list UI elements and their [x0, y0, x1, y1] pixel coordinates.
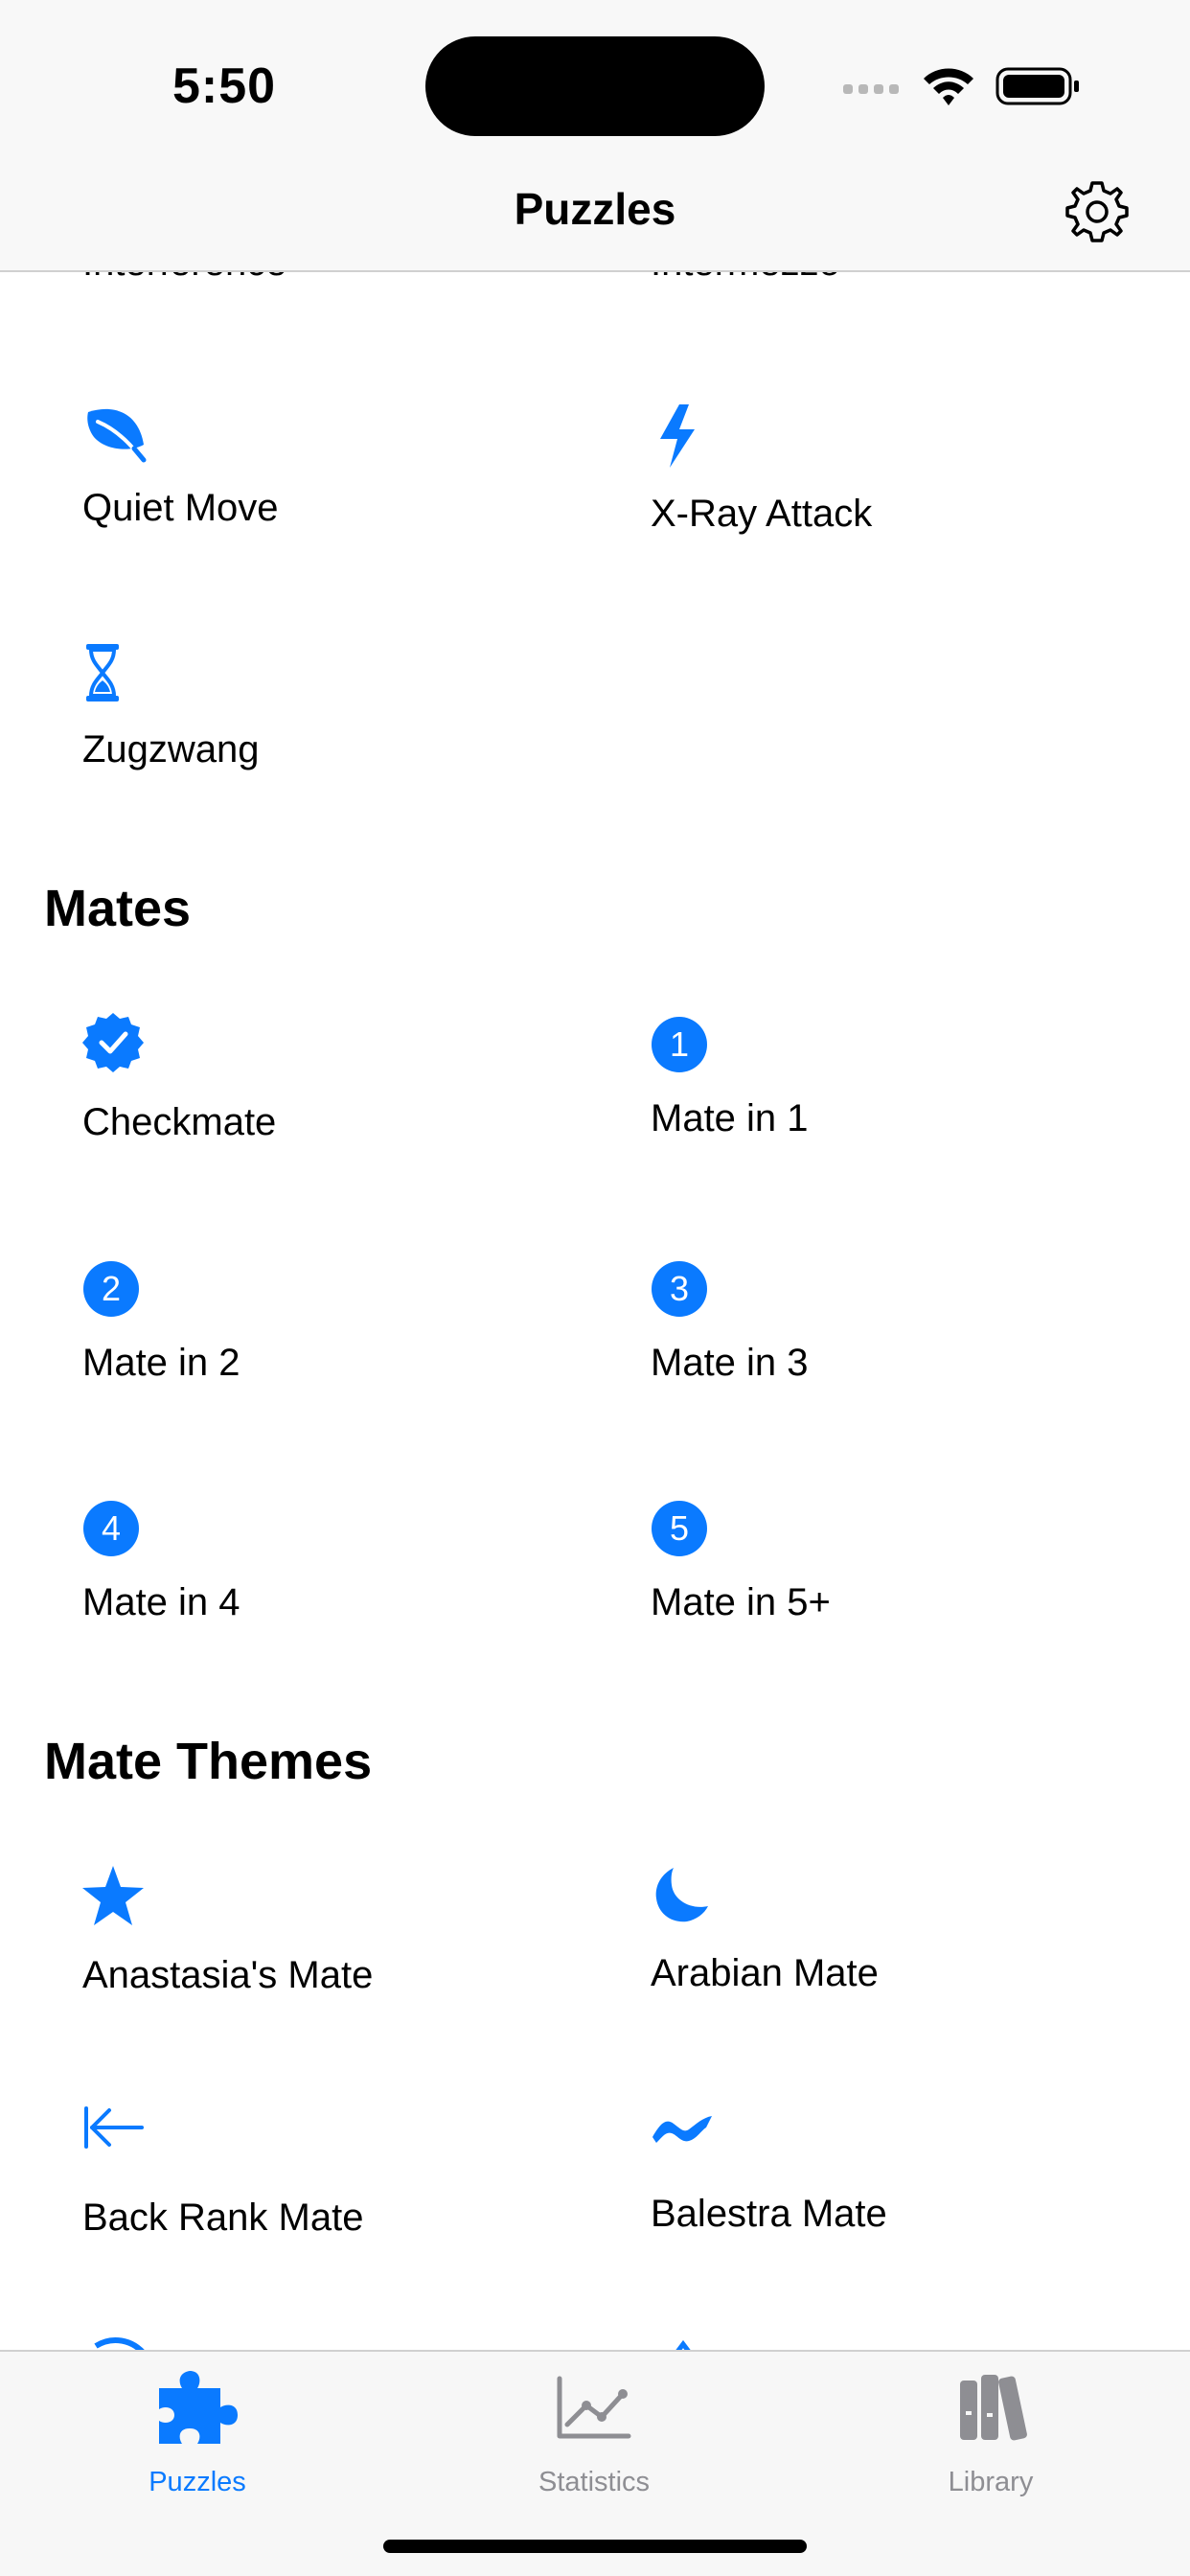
number-badge: 1	[652, 1017, 707, 1072]
tab-puzzles[interactable]: Puzzles	[82, 2369, 312, 2522]
tile-arabian-mate[interactable]: Arabian Mate	[651, 1864, 1187, 2008]
puzzle-categories-list[interactable]: Interference Intermezzo Quiet Move	[0, 0, 1190, 2576]
number-4-icon: 4	[82, 1495, 149, 1562]
dynamic-island	[425, 36, 765, 136]
tile-label: Anastasia's Mate	[82, 1954, 374, 1996]
tile-zugzwang[interactable]: Zugzwang	[82, 642, 619, 786]
number-3-icon: 3	[651, 1255, 718, 1322]
tab-label: Puzzles	[149, 2467, 246, 2497]
bolt-icon	[651, 402, 718, 470]
tile-back-rank-mate[interactable]: Back Rank Mate	[82, 2099, 619, 2242]
number-badge: 2	[83, 1261, 139, 1317]
number-5-icon: 5	[651, 1495, 718, 1562]
moon-icon	[651, 1864, 718, 1931]
tile-mate-in-3[interactable]: 3 Mate in 3	[651, 1255, 1187, 1399]
navigation-bar: 5:50 Puzzles	[0, 0, 1190, 272]
tile-label: Zugzwang	[82, 728, 260, 770]
tile-label: Mate in 2	[82, 1342, 240, 1384]
number-badge: 3	[652, 1261, 707, 1317]
tile-label: Mate in 1	[651, 1097, 809, 1139]
books-icon	[943, 2369, 1039, 2455]
tile-balestra-mate[interactable]: Balestra Mate	[651, 2099, 1187, 2242]
number-badge: 5	[652, 1501, 707, 1556]
hourglass-icon	[82, 642, 149, 709]
section-title-mate-themes: Mate Themes	[44, 1733, 373, 1790]
page-title: Puzzles	[514, 184, 676, 234]
tile-label: Back Rank Mate	[82, 2196, 364, 2239]
tile-label: Checkmate	[82, 1101, 277, 1143]
tile-label: Mate in 3	[651, 1342, 809, 1384]
home-indicator[interactable]	[383, 2540, 807, 2553]
tile-anastasias-mate[interactable]: Anastasia's Mate	[82, 1864, 619, 2008]
cellular-signal-icon	[843, 84, 899, 94]
puzzle-piece-icon	[149, 2369, 245, 2455]
tab-statistics[interactable]: Statistics	[479, 2369, 709, 2522]
tile-label: Mate in 4	[82, 1581, 240, 1623]
tile-x-ray-attack[interactable]: X-Ray Attack	[651, 402, 1187, 546]
tile-label: Mate in 5+	[651, 1581, 831, 1623]
arrow-left-to-line-icon	[82, 2099, 149, 2166]
section-title-mates: Mates	[44, 880, 192, 937]
tab-library[interactable]: Library	[876, 2369, 1106, 2522]
chart-icon	[546, 2369, 642, 2455]
tile-quiet-move[interactable]: Quiet Move	[82, 402, 619, 546]
status-time: 5:50	[172, 58, 277, 114]
tile-mate-in-4[interactable]: 4 Mate in 4	[82, 1495, 619, 1639]
tile-mate-in-5-plus[interactable]: 5 Mate in 5+	[651, 1495, 1187, 1639]
wifi-icon	[924, 68, 973, 105]
gear-icon[interactable]	[1065, 180, 1129, 243]
tile-label: Arabian Mate	[651, 1952, 879, 1994]
tile-label: Balestra Mate	[651, 2193, 887, 2235]
leaf-icon	[82, 402, 149, 470]
wave-icon	[651, 2099, 718, 2166]
star-icon	[82, 1864, 149, 1931]
number-2-icon: 2	[82, 1255, 149, 1322]
number-1-icon: 1	[651, 1011, 718, 1078]
tile-mate-in-1[interactable]: 1 Mate in 1	[651, 1011, 1187, 1155]
tile-label: X-Ray Attack	[651, 493, 873, 535]
number-badge: 4	[83, 1501, 139, 1556]
tile-label: Quiet Move	[82, 487, 279, 529]
puzzles-screen: Interference Intermezzo Quiet Move	[0, 0, 1190, 2576]
tile-checkmate[interactable]: Checkmate	[82, 1011, 619, 1155]
checkmark-seal-icon	[82, 1011, 149, 1078]
status-indicators	[841, 63, 1090, 111]
tab-label: Library	[948, 2467, 1034, 2497]
battery-icon	[995, 67, 1079, 105]
tab-label: Statistics	[538, 2467, 651, 2497]
tile-mate-in-2[interactable]: 2 Mate in 2	[82, 1255, 619, 1399]
